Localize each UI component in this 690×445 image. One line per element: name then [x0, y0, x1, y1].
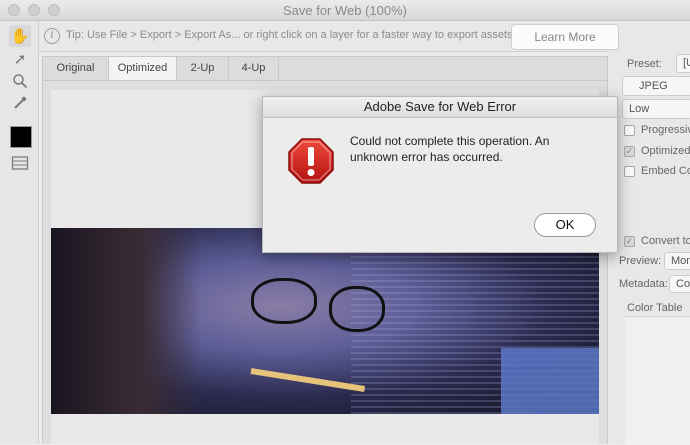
toggle-slices-icon[interactable] [9, 152, 31, 174]
optimized-label: Optimized [641, 145, 690, 157]
preview-label: Preview: [619, 255, 662, 267]
eyedropper-icon[interactable] [9, 92, 31, 114]
error-message: Could not complete this operation. An un… [350, 134, 550, 164]
error-dialog: Adobe Save for Web Error Could not compl… [262, 96, 618, 253]
image-detail [51, 228, 201, 414]
image-detail [251, 278, 317, 324]
preview-select[interactable]: Mon [664, 252, 690, 270]
convert-srgb-checkbox[interactable]: ✓ [624, 236, 635, 247]
tip-bar: i Tip: Use File > Export > Export As... … [39, 21, 690, 52]
ok-button[interactable]: OK [534, 213, 596, 237]
color-table-label: Color Table [627, 302, 683, 314]
progressive-label: Progressive [641, 124, 690, 136]
zoom-icon[interactable] [9, 70, 31, 92]
embed-profile-checkbox[interactable] [624, 166, 635, 177]
preset-select[interactable]: [Ur [676, 54, 690, 73]
convert-srgb-label: Convert to [641, 235, 690, 247]
image-detail [329, 286, 385, 332]
tab-2-up[interactable]: 2-Up [177, 57, 229, 80]
metadata-select[interactable]: Co [669, 275, 690, 293]
tab-4-up[interactable]: 4-Up [229, 57, 279, 80]
tab-original[interactable]: Original [43, 57, 109, 80]
tool-palette: ✋ ➚ [0, 21, 39, 444]
image-detail [501, 348, 599, 414]
format-select[interactable]: JPEG [622, 76, 690, 96]
image-detail [250, 368, 366, 392]
preview-canvas-empty [51, 414, 599, 444]
slice-select-icon[interactable]: ➚ [9, 48, 31, 70]
quality-select[interactable]: Low [622, 99, 690, 119]
error-stop-icon [287, 137, 335, 188]
color-table [625, 316, 690, 445]
preset-label: Preset: [627, 58, 662, 70]
learn-more-button[interactable]: Learn More [511, 24, 619, 50]
optimized-checkbox[interactable]: ✓ [624, 146, 635, 157]
metadata-label: Metadata: [619, 278, 668, 290]
hand-icon[interactable]: ✋ [9, 25, 31, 47]
color-swatch[interactable] [10, 126, 32, 148]
view-tabs: Original Optimized 2-Up 4-Up [42, 56, 608, 81]
tab-optimized[interactable]: Optimized [109, 57, 177, 80]
progressive-checkbox[interactable] [624, 125, 635, 136]
window-titlebar: Save for Web (100%) [0, 0, 690, 21]
tip-text: Tip: Use File > Export > Export As... or… [66, 29, 513, 41]
preview-image [51, 228, 599, 414]
window-title: Save for Web (100%) [282, 3, 408, 18]
info-icon: i [44, 28, 60, 44]
dialog-title: Adobe Save for Web Error [263, 97, 617, 118]
embed-profile-label: Embed Co [641, 165, 690, 177]
